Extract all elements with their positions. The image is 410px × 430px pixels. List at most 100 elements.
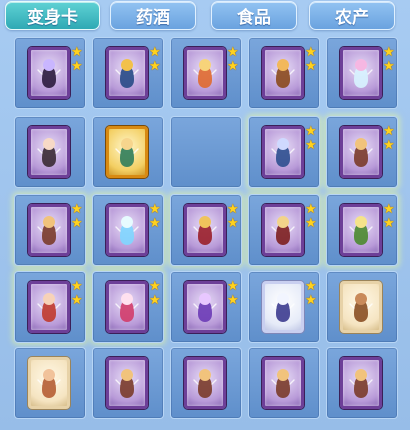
inventory-slot[interactable]: ★ ★	[248, 116, 320, 188]
star-icon: ★	[383, 45, 395, 60]
purple-imp-icon	[193, 293, 217, 322]
empty-slot[interactable]	[170, 116, 242, 188]
star-icon: ★	[71, 59, 83, 74]
transform-card	[28, 204, 70, 256]
transform-card	[262, 126, 304, 178]
star-icon: ★	[71, 279, 83, 294]
blue-hero-icon	[271, 138, 295, 167]
transform-card	[106, 204, 148, 256]
boar-demon-icon	[349, 138, 373, 167]
inventory-slot[interactable]	[326, 347, 398, 419]
inventory-slot[interactable]: ★ ★	[326, 194, 398, 266]
star-icon: ★	[227, 202, 239, 217]
star-icon: ★	[305, 138, 317, 153]
fat-monk-icon	[37, 369, 61, 398]
star-icon: ★	[305, 293, 317, 308]
star-icon: ★	[71, 216, 83, 231]
sword-knight-icon	[271, 293, 295, 322]
star-icon: ★	[227, 293, 239, 308]
transform-card	[28, 281, 70, 333]
inventory-slot[interactable]: ★ ★	[170, 37, 242, 109]
star-icon: ★	[227, 59, 239, 74]
star-icon: ★	[305, 124, 317, 139]
robot-pet-icon	[115, 59, 139, 88]
transform-card	[184, 47, 226, 99]
item-grid: ★ ★ ★ ★ ★ ★ ★ ★ ★ ★ ★ ★ ★ ★ ★ ★ ★ ★ ★ ★ ★ ★ ★ ★ ★ ★ ★ ★ ★ ★ ★ ★	[0, 34, 410, 430]
inventory-slot[interactable]: ★ ★	[248, 271, 320, 343]
star-icon: ★	[383, 59, 395, 74]
transform-card	[106, 126, 148, 178]
star-icon: ★	[71, 45, 83, 60]
inventory-slot[interactable]	[92, 116, 164, 188]
star-icon: ★	[305, 279, 317, 294]
boar-demon-icon	[271, 369, 295, 398]
bear-icon	[349, 293, 373, 322]
monkey-pet-icon	[271, 59, 295, 88]
star-icon: ★	[305, 202, 317, 217]
tab-transform-cards[interactable]: 变身卡	[5, 1, 100, 30]
transform-card	[184, 357, 226, 409]
category-tabs: 变身卡 药酒 食品 农产	[0, 0, 410, 34]
inventory-slot[interactable]: ★ ★	[92, 271, 164, 343]
inventory-slot[interactable]	[326, 271, 398, 343]
tab-food[interactable]: 食品	[211, 1, 297, 30]
inventory-slot[interactable]	[170, 347, 242, 419]
armored-monk-icon	[271, 216, 295, 245]
inventory-slot[interactable]	[248, 347, 320, 419]
inventory-slot[interactable]	[14, 347, 86, 419]
transform-card	[106, 47, 148, 99]
star-icon: ★	[149, 279, 161, 294]
star-icon: ★	[149, 202, 161, 217]
star-icon: ★	[149, 45, 161, 60]
star-icon: ★	[227, 279, 239, 294]
transform-card	[340, 47, 382, 99]
red-armor-hero-icon	[193, 216, 217, 245]
boar-demon-icon	[37, 216, 61, 245]
star-icon: ★	[305, 45, 317, 60]
star-icon: ★	[71, 293, 83, 308]
inventory-slot[interactable]: ★ ★	[326, 116, 398, 188]
boar-demon-icon	[349, 369, 373, 398]
transform-card	[106, 281, 148, 333]
dark-warrior-icon	[37, 59, 61, 88]
inventory-slot[interactable]: ★ ★	[248, 37, 320, 109]
inventory-slot[interactable]: ★ ★	[326, 37, 398, 109]
inventory-slot[interactable]	[92, 347, 164, 419]
transform-card	[184, 204, 226, 256]
inventory-slot[interactable]: ★ ★	[14, 271, 86, 343]
inventory-slot[interactable]: ★ ★	[14, 37, 86, 109]
ninja-girl-icon	[37, 138, 61, 167]
inventory-panel: 变身卡 药酒 食品 农产 ★ ★ ★ ★ ★ ★ ★ ★ ★ ★ ★ ★ ★ ★ ★ ★ ★ ★ ★ ★ ★ ★ ★ ★ ★ ★ ★…	[0, 0, 410, 430]
warrior-girl-icon	[115, 138, 139, 167]
star-icon: ★	[71, 202, 83, 217]
fairy-girl-icon	[115, 293, 139, 322]
inventory-slot[interactable]: ★ ★	[170, 194, 242, 266]
inventory-slot[interactable]: ★ ★	[170, 271, 242, 343]
star-icon: ★	[149, 216, 161, 231]
tab-medicine[interactable]: 药酒	[110, 1, 196, 30]
inventory-slot[interactable]: ★ ★	[248, 194, 320, 266]
inventory-slot[interactable]: ★ ★	[92, 37, 164, 109]
fairy-icon	[349, 59, 373, 88]
inventory-slot[interactable]: ★ ★	[92, 194, 164, 266]
transform-card	[262, 357, 304, 409]
transform-card	[262, 47, 304, 99]
star-icon: ★	[383, 124, 395, 139]
transform-card	[340, 357, 382, 409]
red-hair-girl-icon	[37, 293, 61, 322]
star-icon: ★	[383, 138, 395, 153]
star-icon: ★	[305, 216, 317, 231]
transform-card	[28, 47, 70, 99]
star-icon: ★	[227, 216, 239, 231]
tab-farm-produce[interactable]: 农产	[309, 1, 395, 30]
inventory-slot[interactable]: ★ ★	[14, 194, 86, 266]
ice-dragon-icon	[115, 216, 139, 245]
star-icon: ★	[149, 59, 161, 74]
transform-card	[340, 204, 382, 256]
transform-card	[28, 126, 70, 178]
transform-card	[340, 126, 382, 178]
inventory-slot[interactable]	[14, 116, 86, 188]
transform-card	[340, 281, 382, 333]
boar-demon-icon	[115, 369, 139, 398]
green-sage-icon	[349, 216, 373, 245]
